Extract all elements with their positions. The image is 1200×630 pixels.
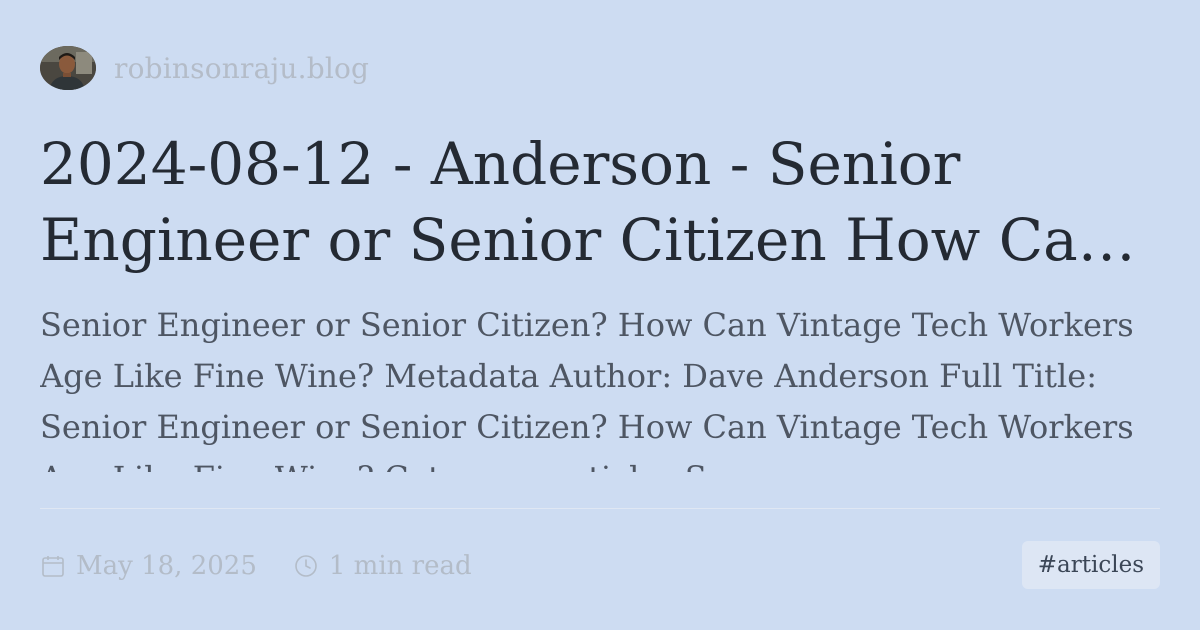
post-meta: May 18, 2025 1 min read: [40, 545, 472, 587]
author-avatar: [40, 46, 96, 90]
calendar-icon: [42, 556, 64, 577]
site-name[interactable]: robinsonraju.blog: [114, 52, 369, 85]
tag-articles[interactable]: #articles: [1021, 541, 1160, 589]
reading-time-text: 1 min read: [328, 551, 472, 581]
publish-date-text: May 18, 2025: [76, 551, 257, 581]
post-title[interactable]: 2024-08-12 - Anderson - Senior Engineer …: [40, 126, 1152, 278]
publish-date: May 18, 2025: [40, 551, 257, 581]
post-excerpt: Senior Engineer or Senior Citizen? How C…: [40, 306, 1134, 472]
site-header: robinsonraju.blog: [40, 46, 369, 90]
reading-time: 1 min read: [293, 551, 472, 581]
divider: [40, 508, 1160, 509]
clock-icon: [295, 555, 317, 577]
social-share-card: robinsonraju.blog 2024-08-12 - Anderson …: [0, 0, 1200, 630]
